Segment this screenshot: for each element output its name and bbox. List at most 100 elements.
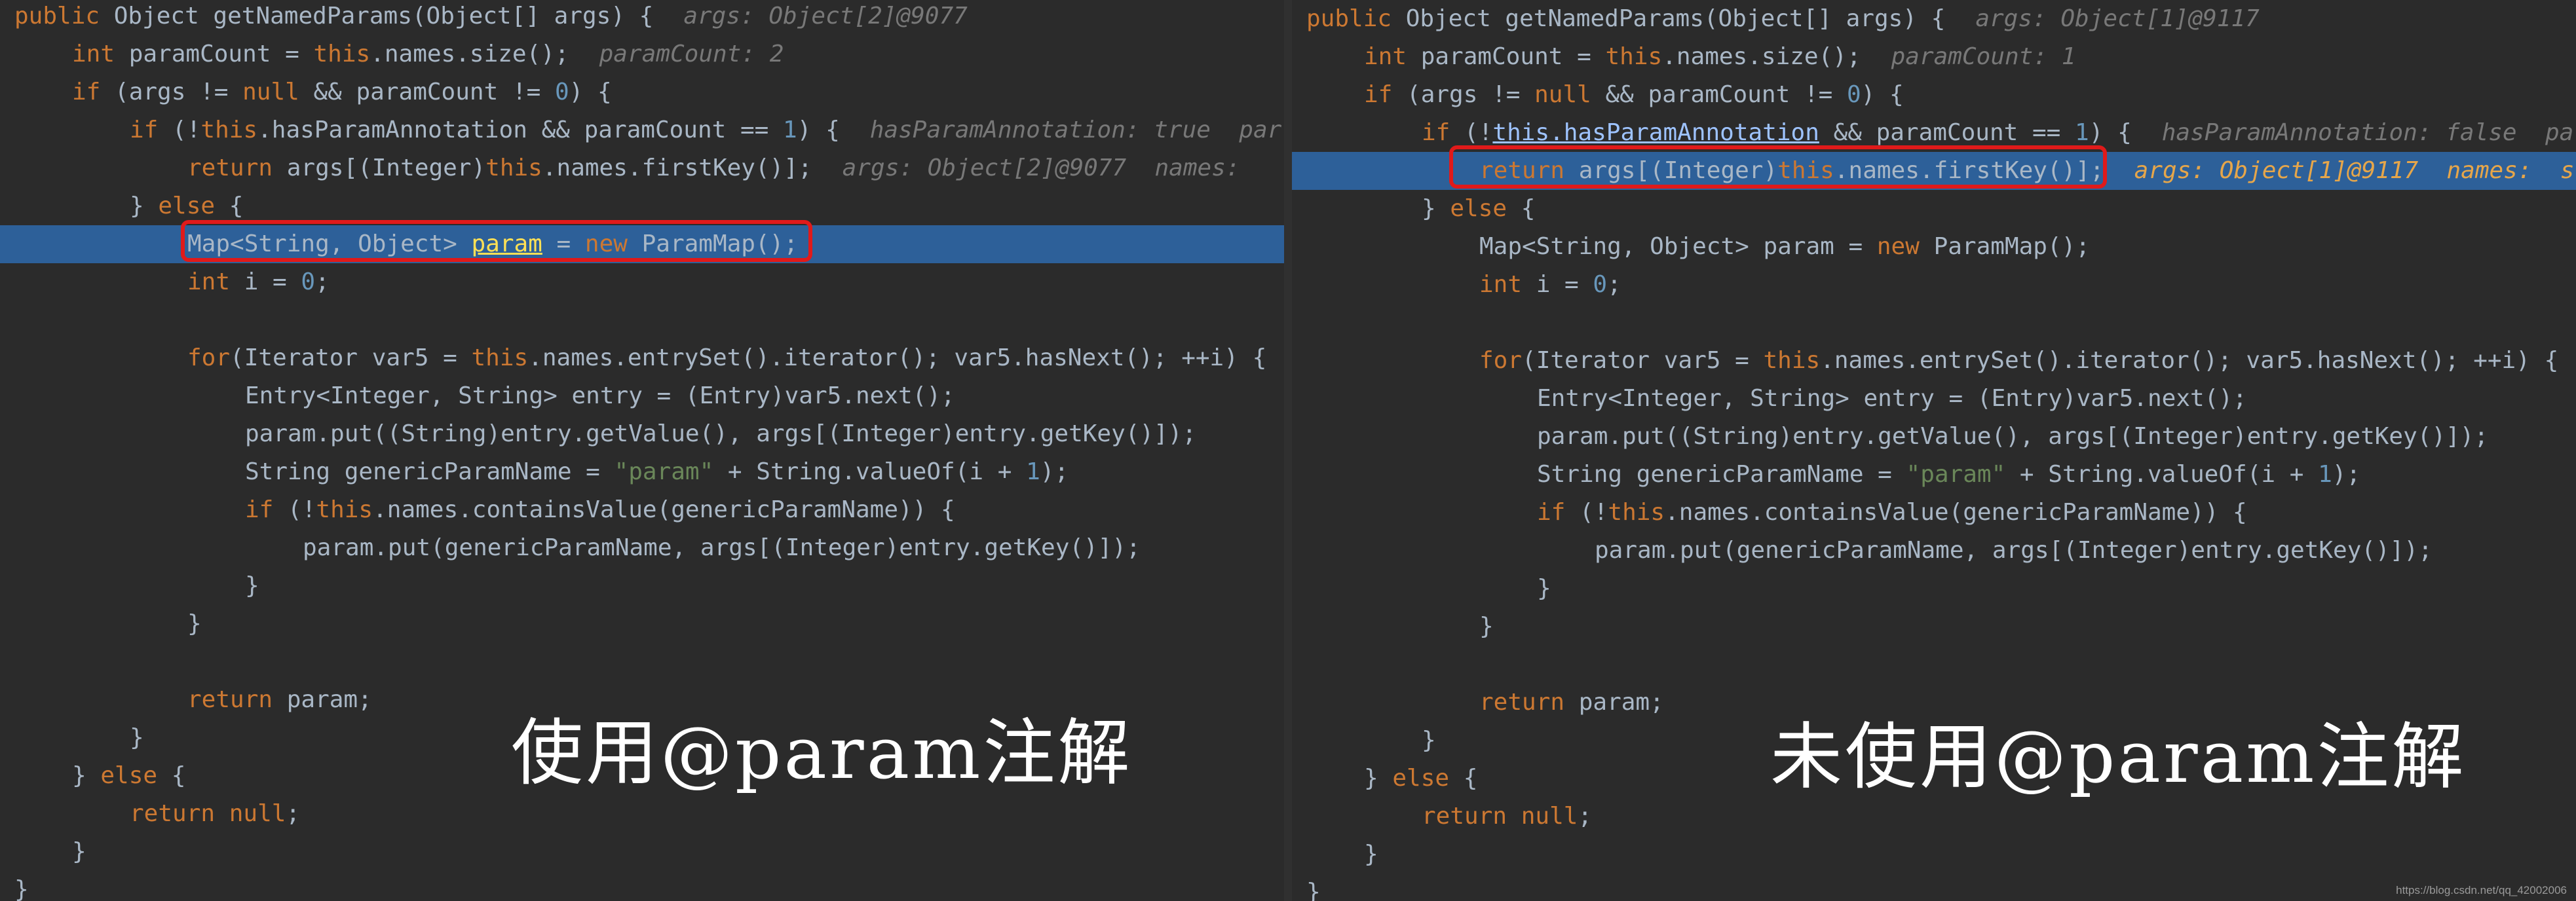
code-token: ; [286,800,301,827]
code-token: (! [1580,499,1608,526]
code-line[interactable]: param.put((String)entry.getValue(), args… [0,415,1284,453]
code-line[interactable]: for(Iterator var5 = this.names.entrySet(… [1292,342,2576,380]
code-token: this [313,41,371,67]
code-line[interactable]: } else { [1292,190,2576,228]
debug-inline-hint: paramCount: 1 [1891,43,2076,70]
code-token: this [1608,499,1665,526]
code-line[interactable]: } [0,871,1284,901]
code-token: (Iterator var5 = [1522,347,1764,374]
code-line[interactable]: int paramCount = this.names.size(); param… [1292,38,2576,76]
code-token: if [1364,81,1407,108]
code-token: } [245,572,259,599]
code-token: null [1534,81,1606,108]
code-token: ; [315,268,330,295]
code-token: + String.valueOf(i + [713,458,1027,485]
debug-inline-hint: hasParamAnnotation: true par [869,117,1282,143]
code-line[interactable]: int i = 0; [1292,266,2576,304]
code-token: this [485,155,542,181]
code-token: this.hasParamAnnotation [1492,119,1819,146]
code-line[interactable]: } [0,567,1284,605]
code-line[interactable]: param.put((String)entry.getValue(), args… [1292,418,2576,456]
code-line[interactable]: if (args != null && paramCount != 0) { [1292,76,2576,114]
code-token: Entry<Integer, String> entry = (Entry)va… [1537,385,2247,412]
debug-inline-hint: args: Object[1]@9117 [1975,5,2260,32]
code-line[interactable]: Entry<Integer, String> entry = (Entry)va… [1292,380,2576,418]
debug-inline-hint: args: Object[2]@9077 names: [842,155,1255,181]
code-line[interactable] [1292,646,2576,684]
left-highlight-box [181,220,812,262]
code-line[interactable]: int paramCount = this.names.size(); param… [0,35,1284,73]
code-token: ); [1040,458,1069,485]
code-token: { [1463,765,1478,792]
code-line[interactable]: for(Iterator var5 = this.names.entrySet(… [0,339,1284,377]
code-token: } [72,838,86,865]
code-line[interactable]: if (!this.names.containsValue(genericPar… [1292,494,2576,532]
code-token: } [1306,879,1321,901]
code-token: String genericParamName = [1537,461,1906,488]
code-line[interactable] [0,301,1284,339]
code-line[interactable]: if (!this.hasParamAnnotation && paramCou… [0,111,1284,149]
code-token: paramCount = [128,41,314,67]
code-token: return [187,155,287,181]
code-line[interactable]: String genericParamName = "param" + Stri… [0,453,1284,491]
code-token: (Iterator var5 = [230,344,472,371]
code-token: int [187,268,244,295]
code-line[interactable]: if (!this.names.containsValue(genericPar… [0,491,1284,529]
code-token: "param" [1906,461,2006,488]
debug-inline-hint: args: Object[2]@9077 [683,3,968,29]
code-token: .names.firstKey()]; [542,155,812,181]
code-line[interactable]: return args[(Integer)this.names.firstKey… [0,149,1284,187]
code-line[interactable]: return null; [0,795,1284,833]
code-line[interactable]: String genericParamName = "param" + Stri… [1292,456,2576,494]
code-token: if [72,79,115,105]
code-token: } [187,610,202,637]
right-editor-panel: public Object getNamedParams(Object[] ar… [1292,0,2576,901]
code-token: } [1537,575,1551,602]
code-token: ) { [2089,119,2132,146]
code-token: int [72,41,129,67]
code-line[interactable]: public Object getNamedParams(Object[] ar… [0,0,1284,35]
code-line[interactable]: } [1292,608,2576,646]
code-token: if [130,117,173,143]
code-line[interactable] [0,643,1284,681]
code-token: ) { [1861,81,1904,108]
code-token: String genericParamName = [245,458,615,485]
code-token: ; [1607,271,1621,298]
code-line[interactable]: param.put(genericParamName, args[(Intege… [1292,532,2576,570]
code-token: this [200,117,258,143]
code-token: } [130,724,144,751]
code-token: (args != [115,79,243,105]
code-token: int [1364,43,1421,70]
code-line[interactable]: return null; [1292,798,2576,836]
code-line[interactable]: } [0,833,1284,871]
code-token: 0 [1593,271,1608,298]
code-token: i = [244,268,301,295]
code-token: Object getNamedParams(Object[] args) { [1405,5,1946,32]
code-line[interactable]: Entry<Integer, String> entry = (Entry)va… [0,377,1284,415]
debug-inline-hint: args: Object[1]@9117 names: s [2134,157,2575,184]
code-line[interactable]: } [0,605,1284,643]
code-token: } [130,193,159,219]
code-line[interactable]: Map<String, Object> param = new ParamMap… [1292,228,2576,266]
code-line[interactable]: } [1292,836,2576,873]
code-token: 1 [783,117,797,143]
code-token: param.put((String)entry.getValue(), args… [245,420,1197,447]
code-token: return null [130,800,286,827]
code-token: && paramCount != [313,79,555,105]
code-line[interactable]: } [1292,570,2576,608]
code-token: .hasParamAnnotation && paramCount == [257,117,784,143]
right-highlight-box [1449,145,2107,189]
code-token: 0 [1846,81,1861,108]
code-token: new [1876,233,1934,260]
code-line[interactable]: } [1292,873,2576,901]
code-line[interactable]: param.put(genericParamName, args[(Intege… [0,529,1284,567]
code-token: } [1364,841,1378,868]
code-line[interactable] [1292,304,2576,342]
debug-inline-hint: paramCount: 2 [599,41,784,67]
code-token: .names.size(); [370,41,569,67]
code-line[interactable]: if (args != null && paramCount != 0) { [0,73,1284,111]
code-line[interactable]: public Object getNamedParams(Object[] ar… [1292,0,2576,38]
code-token: Object getNamedParams(Object[] args) { [113,3,654,29]
code-token: .names.size(); [1662,43,1861,70]
code-line[interactable]: int i = 0; [0,263,1284,301]
